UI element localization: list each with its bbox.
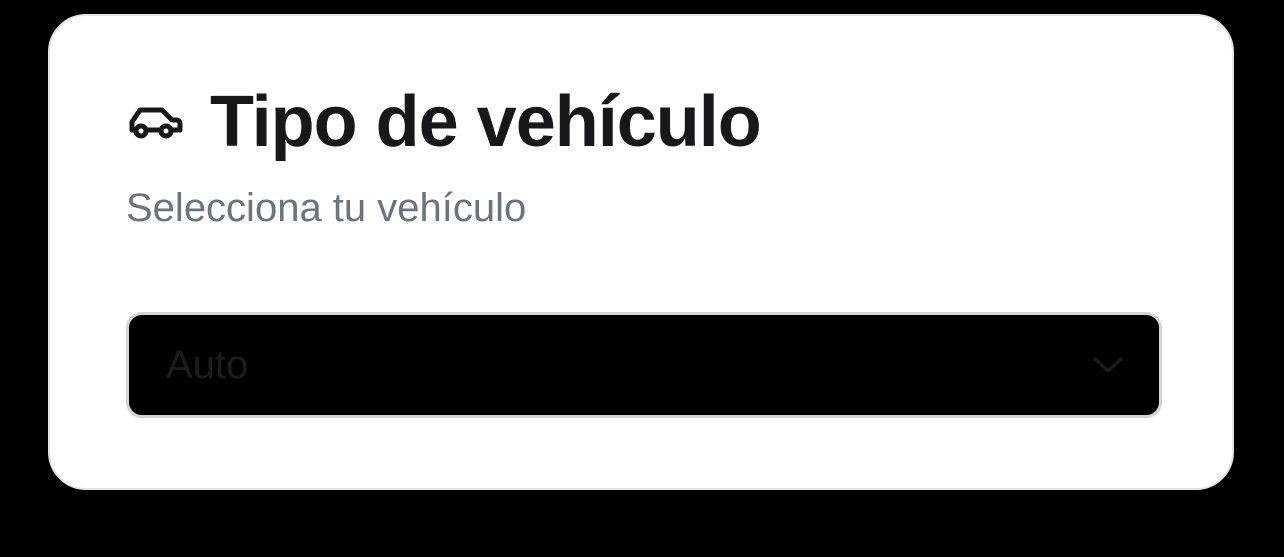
card-header: Tipo de vehículo — [126, 82, 762, 162]
card-subtitle: Selecciona tu vehículo — [126, 186, 527, 230]
vehicle-type-card: Tipo de vehículo Selecciona tu vehículo … — [48, 14, 1234, 490]
car-icon — [126, 102, 184, 142]
select-value: Auto — [166, 343, 249, 387]
chevron-down-icon — [1091, 348, 1125, 382]
vehicle-type-select[interactable]: Auto — [126, 312, 1162, 418]
card-title: Tipo de vehículo — [210, 82, 762, 162]
